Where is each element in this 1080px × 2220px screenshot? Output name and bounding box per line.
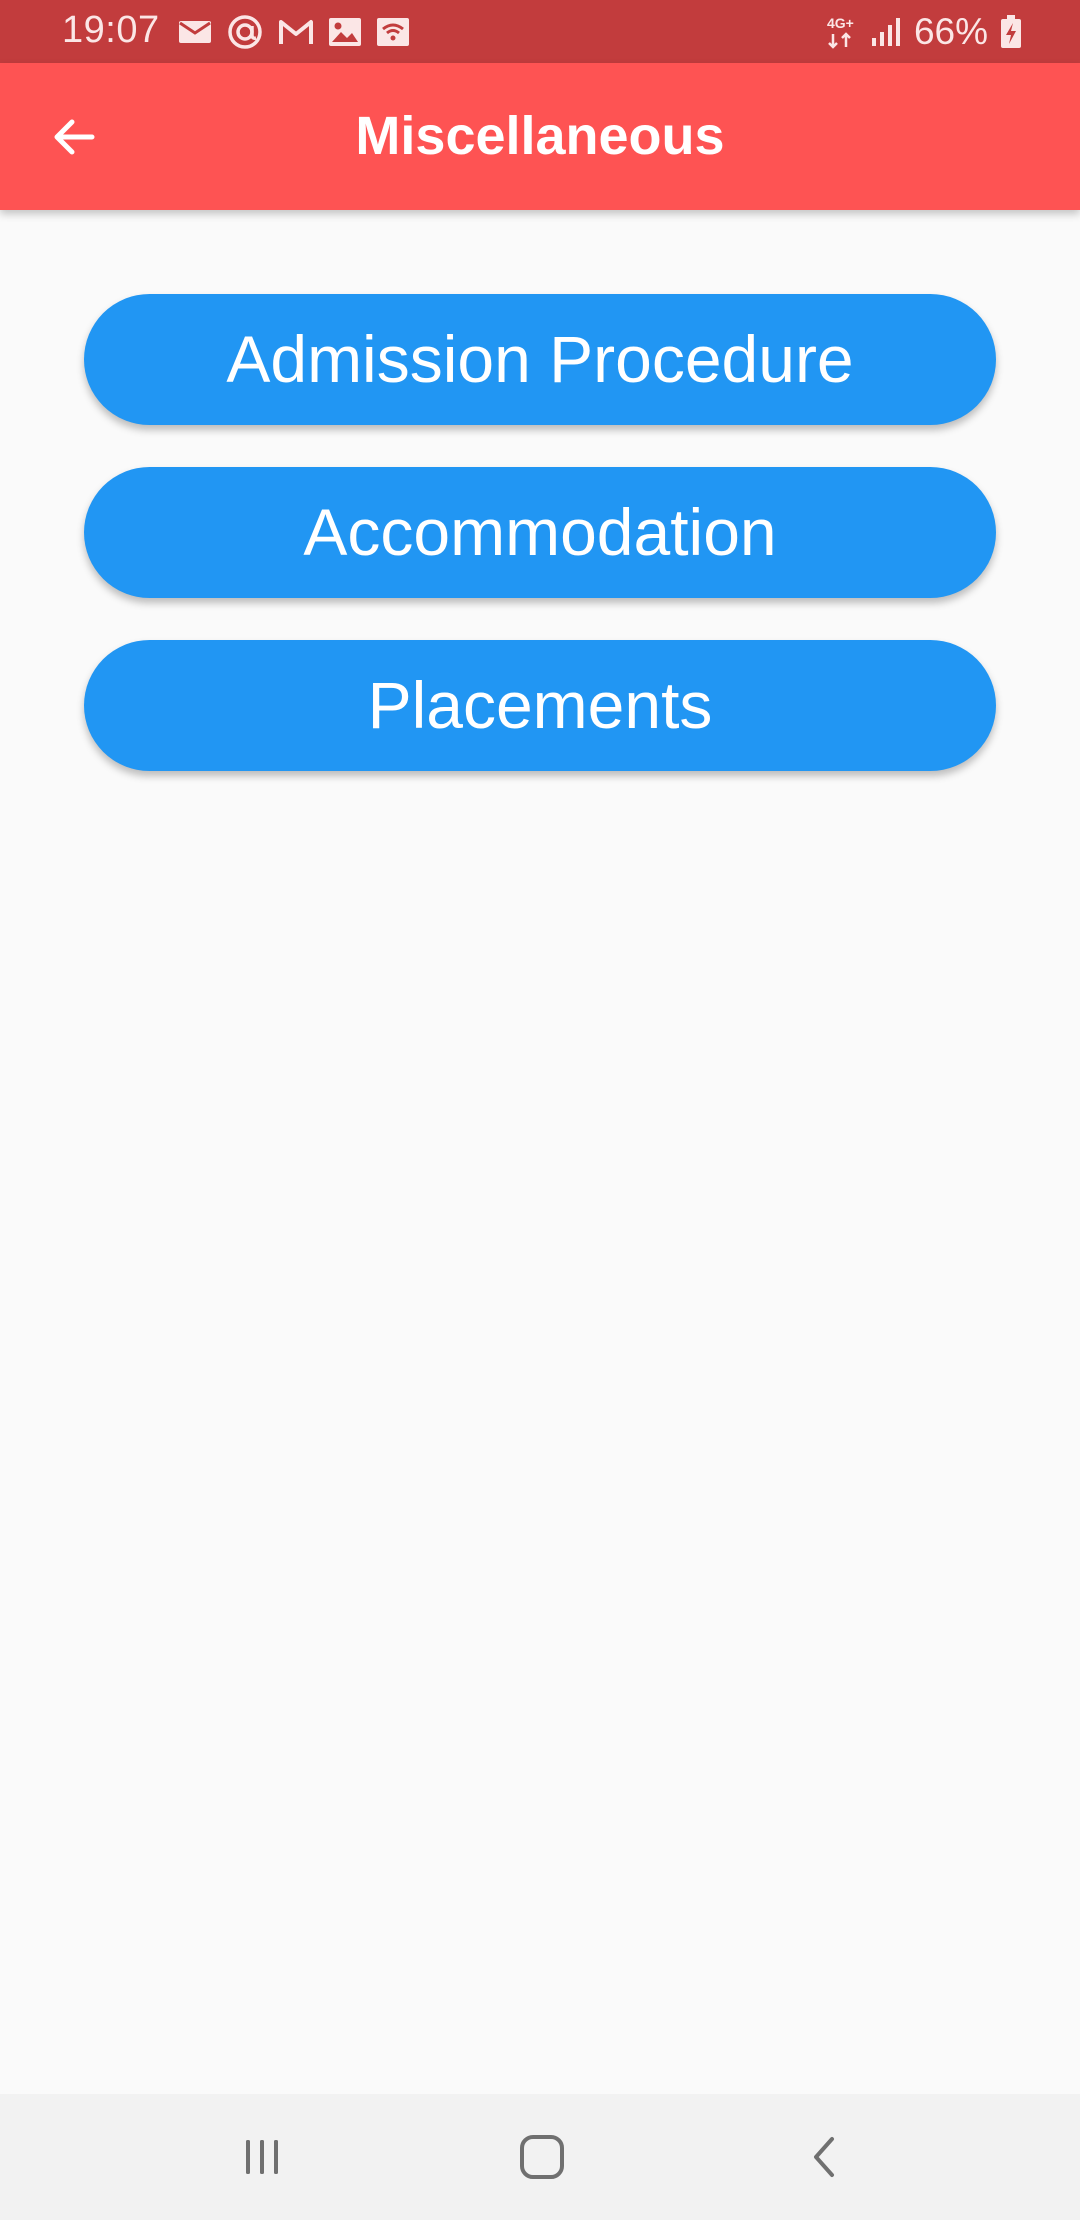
email-icon [179,21,211,43]
page-title: Miscellaneous [355,106,725,166]
recents-button[interactable] [222,2117,302,2197]
app-bar: Miscellaneous [0,63,1080,210]
svg-text:4G+: 4G+ [827,15,854,31]
signal-icon [871,18,900,46]
system-navigation-bar [0,2094,1080,2220]
wifi-hotspot-icon [377,18,409,46]
recents-icon [246,2140,278,2174]
back-button[interactable] [30,93,118,181]
network-4g-icon: 4G+ [827,15,854,49]
back-icon [814,2137,834,2177]
home-icon [520,2135,564,2179]
status-right-cluster: 4G+ 66% [826,10,1022,54]
battery-percent: 66% [913,11,988,52]
accommodation-button[interactable]: Accommodation [84,467,996,598]
placements-button[interactable]: Placements [84,640,996,771]
at-sign-icon [228,15,262,49]
home-button[interactable] [502,2117,582,2197]
battery-charging-icon [1001,15,1021,48]
gmail-icon [279,20,313,44]
arrow-left-icon [54,119,95,155]
nav-back-button[interactable] [784,2117,864,2197]
notification-icons [178,12,410,52]
status-time: 19:07 [62,9,160,51]
status-bar: 19:07 4G+ 66% [0,0,1080,63]
image-icon [329,18,361,46]
admission-procedure-button[interactable]: Admission Procedure [84,294,996,425]
